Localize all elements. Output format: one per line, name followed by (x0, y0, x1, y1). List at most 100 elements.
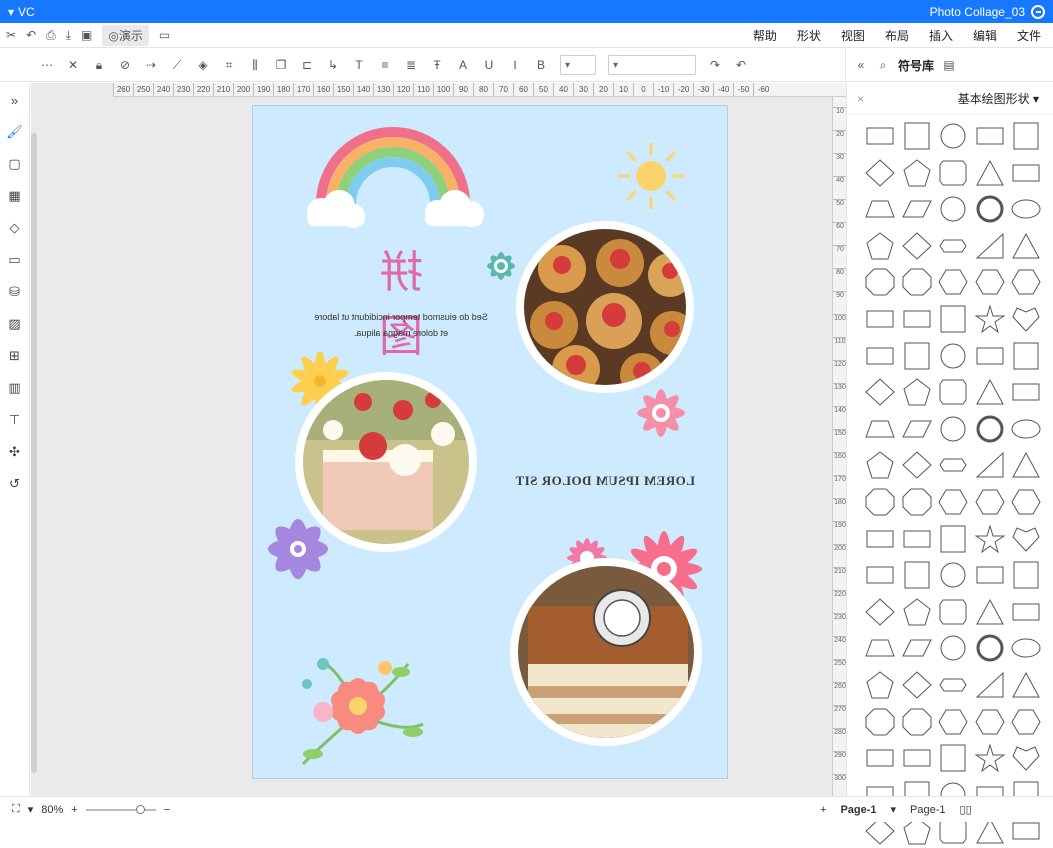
shape-item[interactable] (900, 302, 934, 336)
shape-item[interactable] (1009, 229, 1043, 263)
cut-icon[interactable]: ✂ (6, 28, 16, 42)
comment-icon[interactable]: ▭ (6, 251, 24, 269)
shape-item[interactable] (936, 448, 970, 482)
page-setup-icon[interactable]: ▢ (6, 155, 24, 173)
shape-item[interactable] (936, 631, 970, 665)
save-icon[interactable]: ▣ (81, 28, 92, 42)
image-icon[interactable]: ▨ (6, 315, 24, 333)
zoom-slider[interactable] (85, 804, 156, 814)
shape-item[interactable] (863, 412, 897, 446)
shape-item[interactable] (900, 412, 934, 446)
shape-item[interactable] (936, 265, 970, 299)
more-icon[interactable]: ⋯ (40, 58, 54, 72)
arrange-icon[interactable]: ❐ (274, 58, 288, 72)
shape-item[interactable] (936, 558, 970, 592)
shape-item[interactable] (1009, 741, 1043, 775)
print-icon[interactable]: ⎙ (46, 28, 56, 43)
shape-item[interactable] (973, 339, 1007, 373)
shape-item[interactable] (1009, 375, 1043, 409)
shape-item[interactable] (900, 265, 934, 299)
zoom-menu-caret-icon[interactable]: ▾ (28, 803, 34, 816)
shape-item[interactable] (973, 705, 1007, 739)
shape-item[interactable] (900, 119, 934, 153)
shape-item[interactable] (936, 302, 970, 336)
shape-item[interactable] (900, 631, 934, 665)
screen-icon[interactable]: ▭ (159, 28, 170, 42)
shape-item[interactable] (900, 339, 934, 373)
shape-item[interactable] (863, 265, 897, 299)
shape-item[interactable] (1009, 192, 1043, 226)
collage-title[interactable]: 拼 图 (327, 236, 457, 364)
shape-item[interactable] (936, 229, 970, 263)
collage-heading[interactable]: LOREM IPSUM DOLOR SIT (505, 473, 705, 489)
underline-icon[interactable]: U (482, 58, 496, 72)
shape-item[interactable] (900, 156, 934, 190)
shape-item[interactable] (973, 522, 1007, 556)
shape-item[interactable] (863, 192, 897, 226)
zoom-level[interactable]: 80% (41, 804, 63, 816)
shape-item[interactable] (900, 229, 934, 263)
shape-item[interactable] (1009, 595, 1043, 629)
line-color-icon[interactable]: ⟋ (170, 58, 184, 72)
undo-icon[interactable]: ↶ (734, 58, 748, 72)
text-box-icon[interactable]: T (352, 58, 366, 72)
menu-insert[interactable]: 插入 (929, 27, 953, 44)
shape-item[interactable] (1009, 668, 1043, 702)
shape-item[interactable] (936, 485, 970, 519)
style-brush-icon[interactable]: 🖌︎ (6, 123, 24, 141)
shape-item[interactable] (863, 705, 897, 739)
shape-item[interactable] (1009, 119, 1043, 153)
shape-item[interactable] (1009, 412, 1043, 446)
shape-item[interactable] (863, 119, 897, 153)
shape-item[interactable] (1009, 631, 1043, 665)
connector-icon[interactable]: ↳ (326, 58, 340, 72)
shape-item[interactable] (863, 522, 897, 556)
table-icon[interactable]: ▥ (6, 379, 24, 397)
shape-item[interactable] (900, 741, 934, 775)
category-header[interactable]: × 基本绘图形状 ▾ (847, 83, 1053, 115)
collage-body-text[interactable]: Sed do eiusmod tempor incididunt ut labo… (313, 309, 489, 341)
shape-item[interactable] (900, 522, 934, 556)
no-style-icon[interactable]: ⊘ (118, 58, 132, 72)
shape-item[interactable] (900, 192, 934, 226)
collage-page[interactable]: 拼 图 Sed do eiusmod tempor incididunt ut … (252, 105, 728, 779)
shape-item[interactable] (900, 485, 934, 519)
page-tab[interactable]: Page-1 (840, 804, 876, 816)
shape-item[interactable] (863, 485, 897, 519)
zoom-out-button[interactable]: − (164, 804, 170, 816)
demo-button[interactable]: ◎演示 (102, 24, 149, 46)
search-icon[interactable]: ⌕ (876, 58, 890, 72)
shape-item[interactable] (936, 741, 970, 775)
org-chart-icon[interactable]: ⊞ (6, 347, 24, 365)
zoom-in-button[interactable]: + (71, 804, 77, 816)
bold-icon[interactable]: B (534, 58, 548, 72)
page-list-icon[interactable]: ▯▯ (960, 803, 972, 816)
shape-item[interactable] (900, 558, 934, 592)
shape-item[interactable] (1009, 448, 1043, 482)
group-icon[interactable]: ⊏ (300, 58, 314, 72)
shape-item[interactable] (936, 156, 970, 190)
shape-item[interactable] (1009, 302, 1043, 336)
menu-file[interactable]: 文件 (1017, 27, 1041, 44)
menu-shape[interactable]: 形状 (797, 27, 821, 44)
shape-item[interactable] (973, 412, 1007, 446)
photo-tiramisu[interactable] (510, 558, 702, 746)
shape-item[interactable] (863, 558, 897, 592)
menu-edit[interactable]: 编辑 (973, 27, 997, 44)
crop-icon[interactable]: ⌗ (222, 58, 236, 72)
connect-icon[interactable]: ✣ (6, 443, 24, 461)
shape-item[interactable] (863, 375, 897, 409)
shape-item[interactable] (936, 705, 970, 739)
photo-strawberry-pastries[interactable] (516, 221, 694, 393)
font-size-select[interactable]: ▾ (560, 55, 596, 75)
shape-item[interactable] (973, 448, 1007, 482)
layers-icon[interactable]: ◇ (6, 219, 24, 237)
shape-item[interactable] (863, 448, 897, 482)
shape-item[interactable] (936, 595, 970, 629)
shape-item[interactable] (863, 229, 897, 263)
shape-item[interactable] (863, 668, 897, 702)
shape-item[interactable] (900, 448, 934, 482)
shape-item[interactable] (900, 668, 934, 702)
collapse-panel-icon[interactable]: « (854, 58, 868, 72)
shape-item[interactable] (1009, 485, 1043, 519)
